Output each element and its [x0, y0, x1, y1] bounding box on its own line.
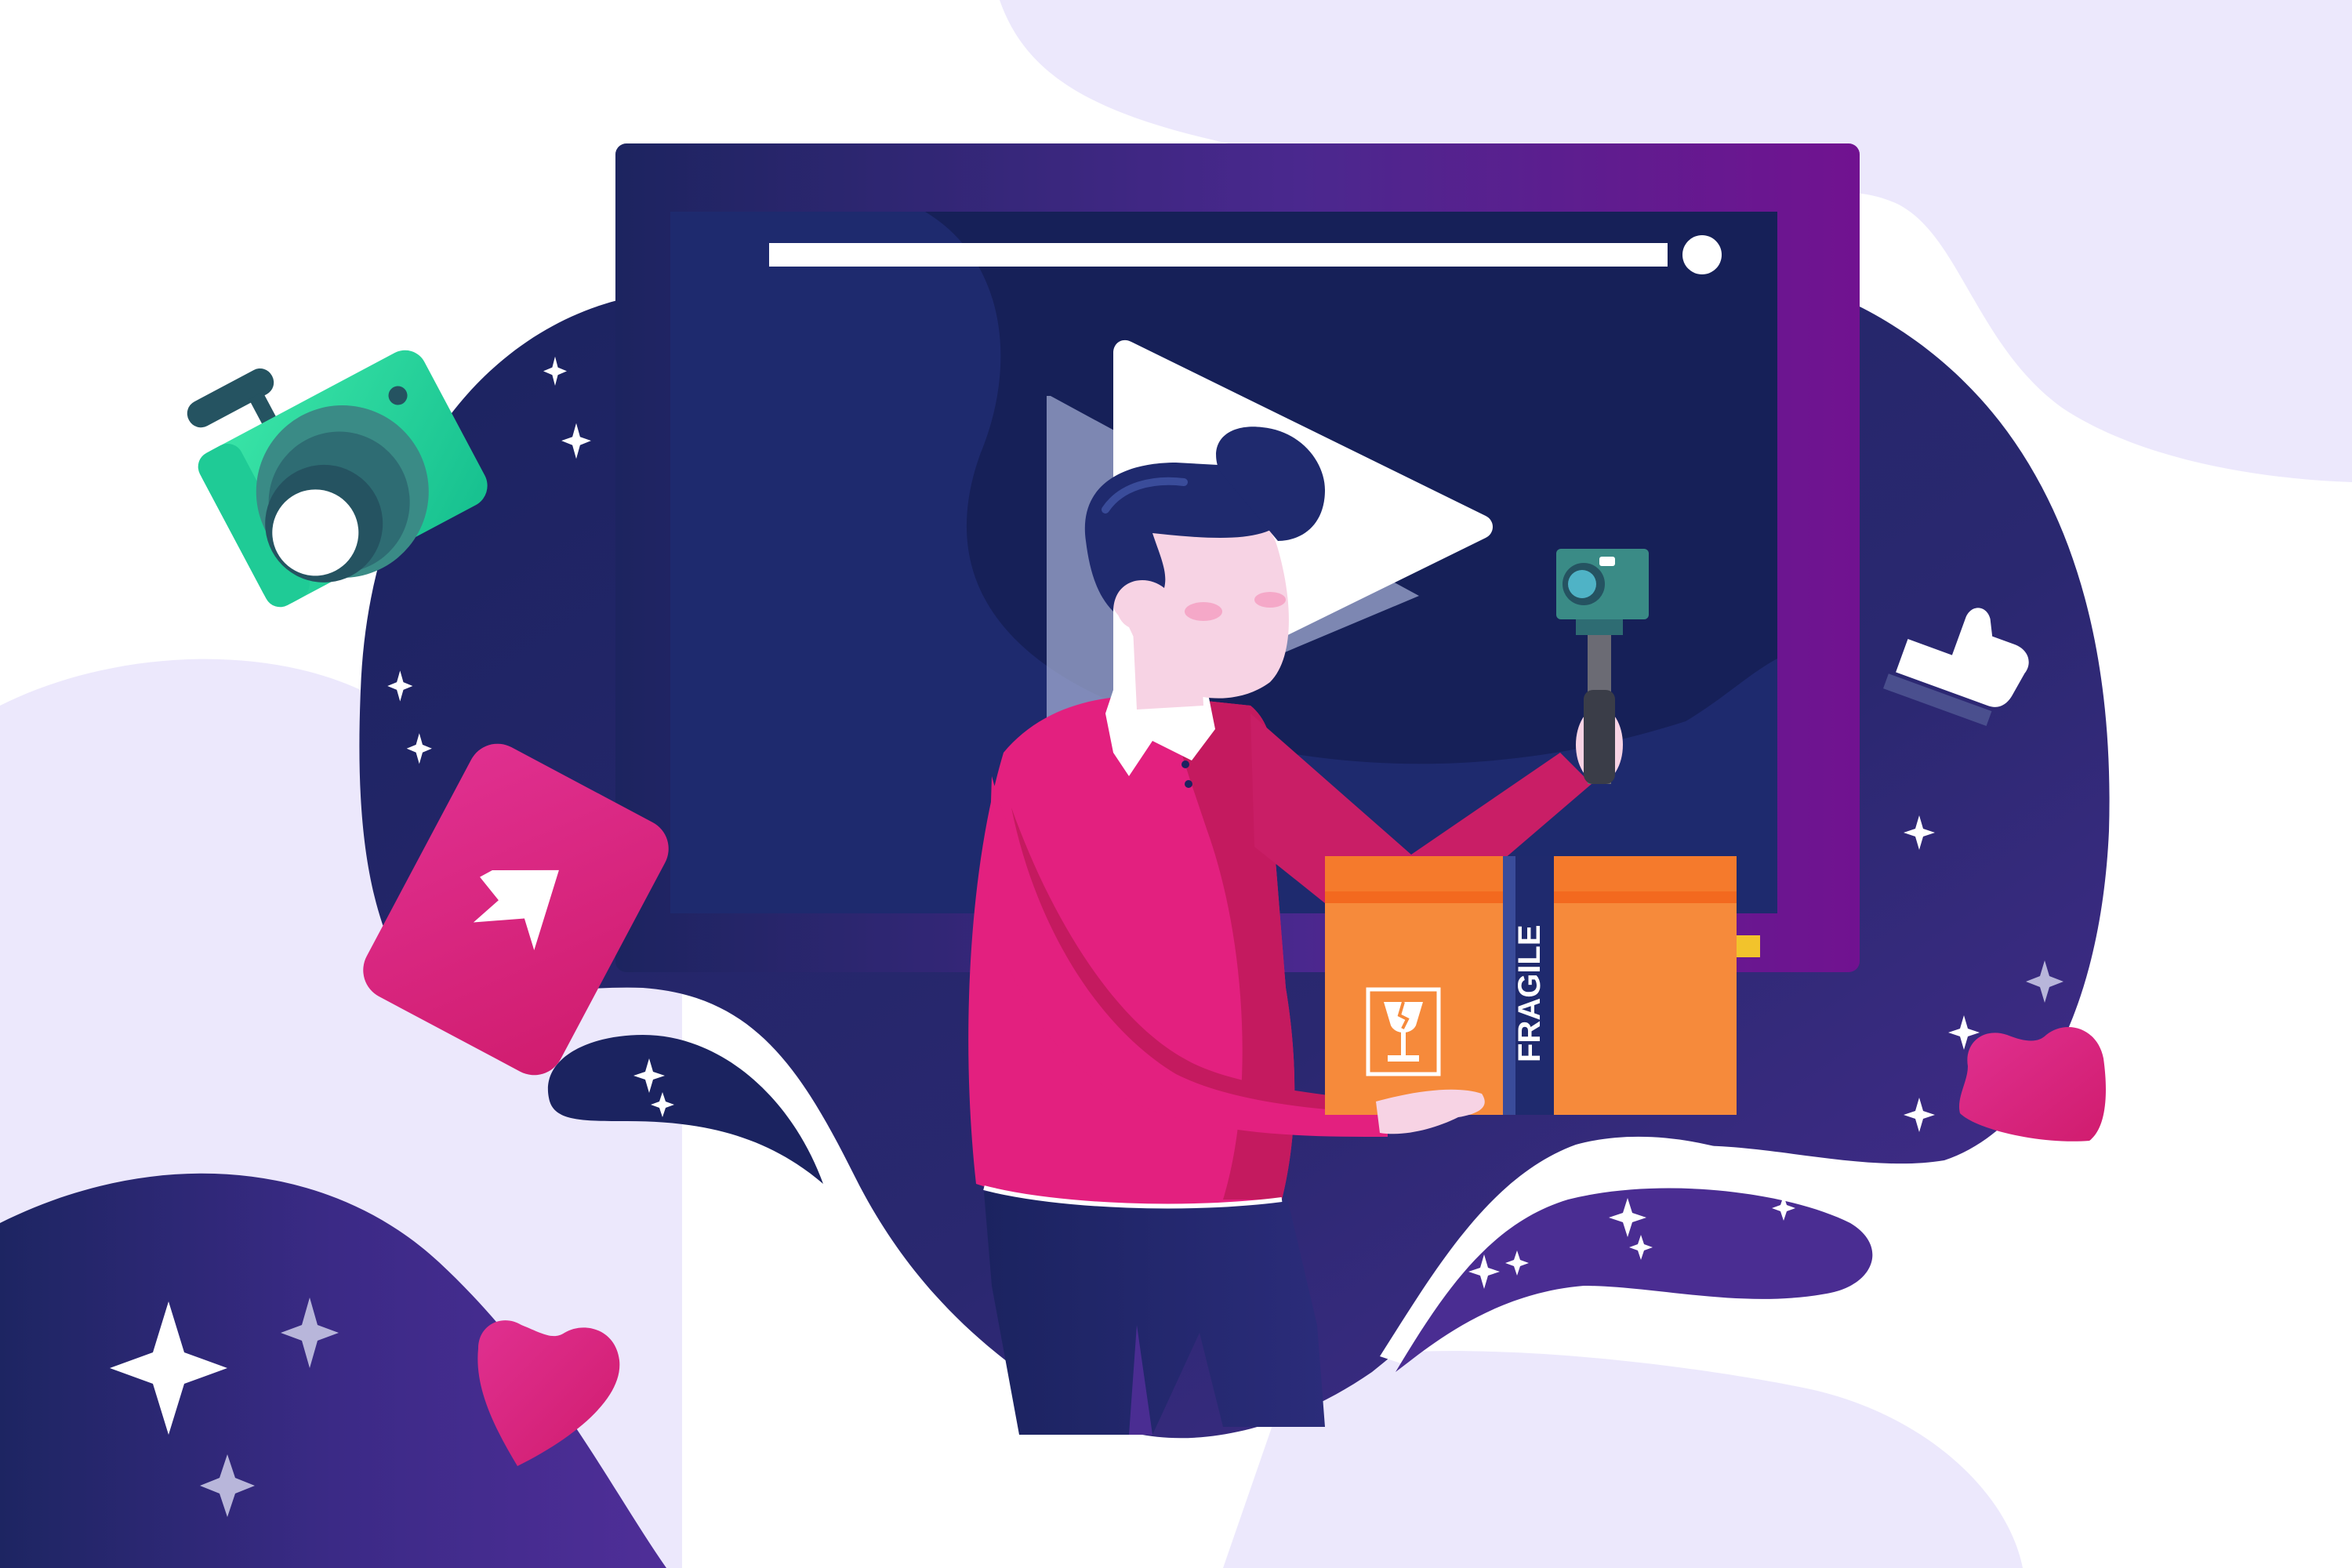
box-label-text: FRAGILE: [1512, 924, 1547, 1062]
fragile-box: FRAGILE: [1325, 856, 1737, 1115]
legs: [984, 1192, 1325, 1435]
video-blogger-illustration: FRAGILE: [0, 0, 2352, 1568]
heart-icon-right: [1958, 1027, 2106, 1142]
side-button: [1737, 935, 1760, 957]
progress-bar[interactable]: [769, 243, 1668, 267]
progress-knob[interactable]: [1682, 235, 1722, 274]
